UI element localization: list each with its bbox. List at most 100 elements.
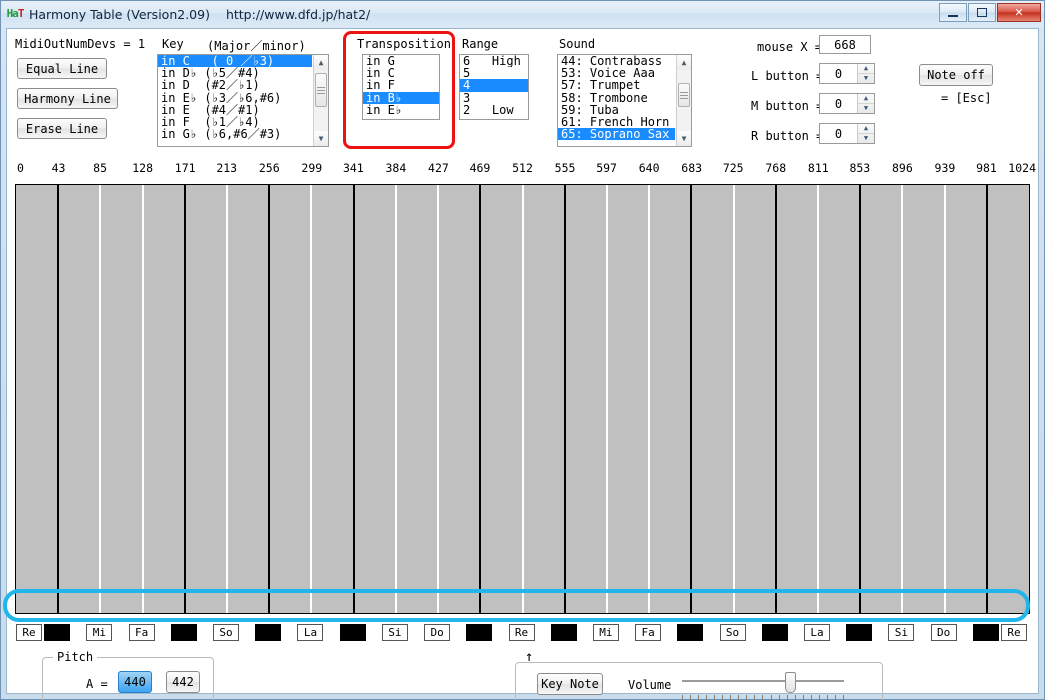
- sound-option-0[interactable]: 44: Contrabass: [558, 55, 675, 67]
- volume-slider[interactable]: [682, 671, 844, 700]
- window-controls: ✕: [938, 3, 1041, 22]
- note-key-So[interactable]: So: [719, 624, 746, 641]
- note-label-row[interactable]: Re Mi Fa So La Si Do Re Mi Fa So La Si Do Re: [15, 621, 1030, 645]
- pitch-440-button[interactable]: 440: [118, 671, 152, 693]
- key-option-6[interactable]: in G♭ (♭6,#6／#3): [158, 128, 312, 140]
- range-listbox[interactable]: 6 High 5 4 3 2 Low: [459, 54, 529, 120]
- note-key-Do[interactable]: Do: [424, 624, 451, 641]
- key-note-button[interactable]: Key Note: [537, 673, 603, 695]
- note-key-Si[interactable]: Si: [888, 624, 915, 641]
- note-key-black-4[interactable]: [170, 624, 197, 641]
- sound-listbox[interactable]: 44: Contrabass 53: Voice Aaa 57: Trumpet 58…: [557, 54, 692, 147]
- spin-up-icon[interactable]: ▲: [858, 124, 874, 134]
- key-listbox[interactable]: in C ( 0 ／♭3) in D♭ (♭5／#4) in D (#2／♭1) in…: [157, 54, 329, 147]
- sound-option-3[interactable]: 58: Trombone: [558, 92, 675, 104]
- note-key-Re[interactable]: Re: [16, 624, 42, 641]
- scroll-down-icon[interactable]: ▼: [677, 131, 691, 146]
- sound-option-6[interactable]: 65: Soprano Sax: [558, 128, 675, 141]
- maximize-button[interactable]: [968, 3, 996, 22]
- scroll-up-icon[interactable]: ▲: [677, 55, 691, 70]
- canvas-gridline-18: [774, 185, 777, 613]
- range-option-3[interactable]: 3: [460, 92, 528, 104]
- l-button-spinner[interactable]: 0 ▲ ▼: [819, 63, 875, 84]
- range-option-1[interactable]: 5: [460, 67, 528, 79]
- l-button-spin-arrows[interactable]: ▲ ▼: [857, 64, 874, 83]
- transposition-option-2[interactable]: in F: [363, 79, 439, 91]
- note-key-So[interactable]: So: [213, 624, 240, 641]
- sound-option-2[interactable]: 57: Trumpet: [558, 79, 675, 91]
- volume-slider-thumb[interactable]: [785, 672, 796, 693]
- scroll-down-icon[interactable]: ▼: [314, 131, 328, 146]
- note-key-Fa[interactable]: Fa: [128, 624, 155, 641]
- note-key-black-6[interactable]: [255, 624, 282, 641]
- note-key-black-18[interactable]: [761, 624, 788, 641]
- harmony-line-button[interactable]: Harmony Line: [17, 88, 118, 109]
- m-button-spin-arrows[interactable]: ▲ ▼: [857, 94, 874, 113]
- note-key-Mi[interactable]: Mi: [592, 624, 619, 641]
- note-key-black-13[interactable]: [550, 624, 577, 641]
- note-key-black-20[interactable]: [846, 624, 873, 641]
- volume-label: Volume: [628, 678, 672, 692]
- sound-option-4[interactable]: 59: Tuba: [558, 104, 675, 116]
- range-option-0[interactable]: 6 High: [460, 55, 528, 67]
- pitch-442-button[interactable]: 442: [166, 671, 200, 693]
- sound-option-5[interactable]: 61: French Horn: [558, 116, 675, 128]
- note-key-black-23[interactable]: [972, 624, 999, 641]
- spin-down-icon[interactable]: ▼: [858, 104, 874, 113]
- key-option-4[interactable]: in E (#4／#1): [158, 104, 312, 116]
- note-key-Si[interactable]: Si: [381, 624, 408, 641]
- harmony-canvas[interactable]: [15, 184, 1030, 614]
- key-option-1[interactable]: in D♭ (♭5／#4): [158, 67, 312, 79]
- r-button-spinner[interactable]: 0 ▲ ▼: [819, 123, 875, 144]
- key-scroll-thumb[interactable]: [315, 73, 327, 107]
- spin-up-icon[interactable]: ▲: [858, 64, 874, 74]
- note-key-Mi[interactable]: Mi: [86, 624, 113, 641]
- key-option-5[interactable]: in F (♭1／♭4): [158, 116, 312, 128]
- note-key-Re[interactable]: Re: [1001, 624, 1027, 641]
- note-key-black-11[interactable]: [466, 624, 493, 641]
- ruler-tick-597: 597: [596, 161, 617, 175]
- key-listbox-scrollbar[interactable]: ▲ ▼: [313, 55, 328, 146]
- range-option-4[interactable]: 2 Low: [460, 104, 528, 116]
- note-key-black-1[interactable]: [44, 624, 71, 641]
- note-key-black-8[interactable]: [339, 624, 366, 641]
- minimize-button[interactable]: [939, 3, 967, 22]
- window-title: Harmony Table (Version2.09): [29, 6, 210, 22]
- range-option-2[interactable]: 4: [460, 79, 528, 92]
- sound-listbox-scrollbar[interactable]: ▲ ▼: [676, 55, 691, 146]
- sound-scroll-thumb[interactable]: [678, 83, 690, 107]
- volume-slider-track[interactable]: [682, 680, 844, 682]
- close-button[interactable]: ✕: [997, 3, 1041, 22]
- transposition-option-1[interactable]: in C: [363, 67, 439, 79]
- transposition-option-0[interactable]: in G: [363, 55, 439, 67]
- transposition-option-4[interactable]: in E♭: [363, 104, 439, 116]
- midi-out-num-devs-label: MidiOutNumDevs = 1: [15, 37, 146, 51]
- equal-line-button[interactable]: Equal Line: [17, 58, 107, 79]
- note-key-black-16[interactable]: [677, 624, 704, 641]
- spin-down-icon[interactable]: ▼: [858, 74, 874, 83]
- key-option-0[interactable]: in C ( 0 ／♭3): [158, 55, 312, 68]
- m-button-spinner[interactable]: 0 ▲ ▼: [819, 93, 875, 114]
- note-key-Do[interactable]: Do: [930, 624, 957, 641]
- note-key-Fa[interactable]: Fa: [635, 624, 662, 641]
- note-off-button[interactable]: Note off: [919, 64, 993, 86]
- r-button-spin-arrows[interactable]: ▲ ▼: [857, 124, 874, 143]
- ruler-tick-213: 213: [216, 161, 238, 175]
- volume-tick: [786, 695, 788, 700]
- canvas-gridline-22: [943, 185, 946, 613]
- erase-line-button[interactable]: Erase Line: [17, 118, 107, 139]
- key-option-3[interactable]: in E♭ (♭3／♭6,#6): [158, 92, 312, 104]
- scroll-up-icon[interactable]: ▲: [314, 55, 328, 70]
- key-option-2[interactable]: in D (#2／♭1): [158, 79, 312, 91]
- transposition-listbox[interactable]: in Gin Cin Fin B♭ in E♭: [362, 54, 440, 120]
- note-key-La[interactable]: La: [297, 624, 324, 641]
- note-key-Re[interactable]: Re: [508, 624, 535, 641]
- note-key-label: Fa: [641, 626, 655, 639]
- ruler-tick-171: 171: [174, 161, 196, 175]
- transposition-option-3[interactable]: in B♭: [363, 91, 439, 104]
- spin-up-icon[interactable]: ▲: [858, 94, 874, 104]
- sound-option-1[interactable]: 53: Voice Aaa: [558, 67, 675, 79]
- spin-down-icon[interactable]: ▼: [858, 134, 874, 143]
- note-key-La[interactable]: La: [803, 624, 830, 641]
- position-ruler: 0 43 85 128 171 213 256 299 341 384 427 469 512 555 59…: [7, 161, 1038, 181]
